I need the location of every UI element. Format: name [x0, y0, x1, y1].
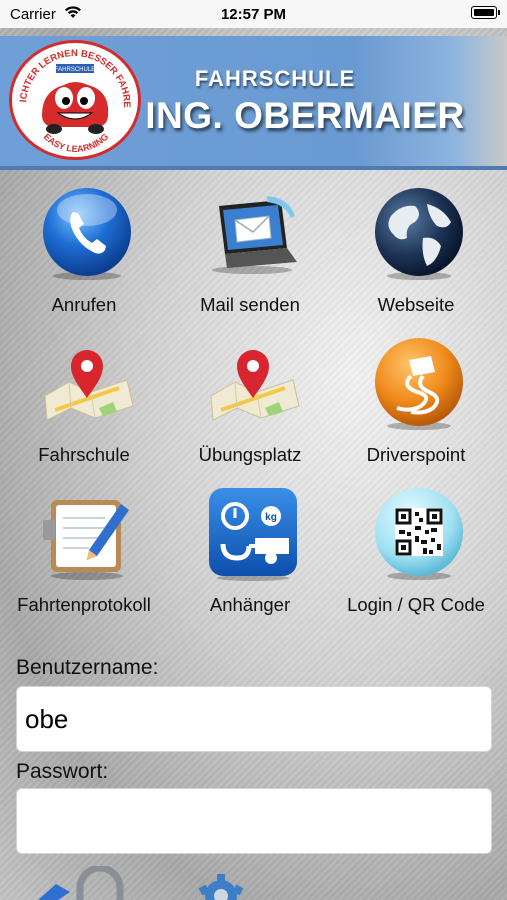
tile-driverspoint[interactable]: Driverspoint	[336, 336, 496, 476]
qr-code-icon	[375, 488, 463, 580]
tile-mail-senden[interactable]: Mail senden	[170, 186, 330, 326]
username-field[interactable]	[16, 686, 492, 752]
username-label: Benutzername:	[16, 656, 159, 679]
tile-label: Anrufen	[51, 294, 117, 315]
mail-laptop-icon	[212, 196, 297, 274]
battery-icon	[471, 6, 500, 19]
tile-fahrtenprotokoll[interactable]: Fahrtenprotokoll	[4, 486, 164, 626]
tile-label: Login / QR Code	[347, 594, 485, 615]
tile-anrufen[interactable]: Anrufen	[4, 186, 164, 326]
tile-label: Anhänger	[209, 594, 291, 615]
skid-car-icon	[375, 338, 463, 430]
tile-anhaenger[interactable]: kg Anhänger	[170, 486, 330, 626]
tile-label: Übungsplatz	[198, 444, 302, 465]
password-field[interactable]	[16, 788, 492, 854]
tile-label: Mail senden	[200, 294, 300, 315]
lock-icon[interactable]	[36, 866, 126, 900]
svg-text:EASY LEARNING: EASY LEARNING	[42, 131, 111, 153]
header-title: ING. OBERMAIER	[145, 95, 465, 136]
tile-fahrschule[interactable]: Fahrschule	[4, 336, 164, 476]
map-pin-icon	[44, 350, 134, 421]
tile-label: Driverspoint	[366, 444, 466, 465]
logo-car-icon: LEICHTER LERNEN BESSER FAHREN EASY LEARN…	[12, 43, 132, 154]
tile-label: Fahrschule	[38, 444, 130, 465]
password-label: Passwort:	[16, 760, 109, 783]
logo-badge: FAHRSCHULE	[55, 67, 95, 73]
status-bar: Carrier 12:57 PM	[0, 0, 507, 28]
clipboard-pen-icon	[43, 500, 129, 580]
gear-icon[interactable]	[196, 872, 246, 900]
tile-uebungsplatz[interactable]: Übungsplatz	[170, 336, 330, 476]
trailer-scale-icon: kg	[209, 488, 297, 581]
phone-icon	[43, 188, 131, 280]
tile-label: Fahrtenprotokoll	[17, 594, 151, 615]
header-banner: LEICHTER LERNEN BESSER FAHREN EASY LEARN…	[0, 36, 507, 170]
status-time: 12:57 PM	[220, 6, 287, 23]
logo-slogan-bottom: EASY LEARNING	[42, 131, 111, 153]
driving-school-logo: LEICHTER LERNEN BESSER FAHREN EASY LEARN…	[9, 40, 141, 160]
map-pin-icon	[210, 350, 300, 421]
tile-label: Webseite	[377, 294, 455, 315]
svg-text:kg: kg	[265, 512, 277, 523]
tile-login-qr[interactable]: Login / QR Code	[336, 486, 496, 626]
tile-webseite[interactable]: Webseite	[336, 186, 496, 326]
globe-icon	[375, 188, 463, 280]
header-subtitle: FAHRSCHULE	[194, 66, 356, 91]
